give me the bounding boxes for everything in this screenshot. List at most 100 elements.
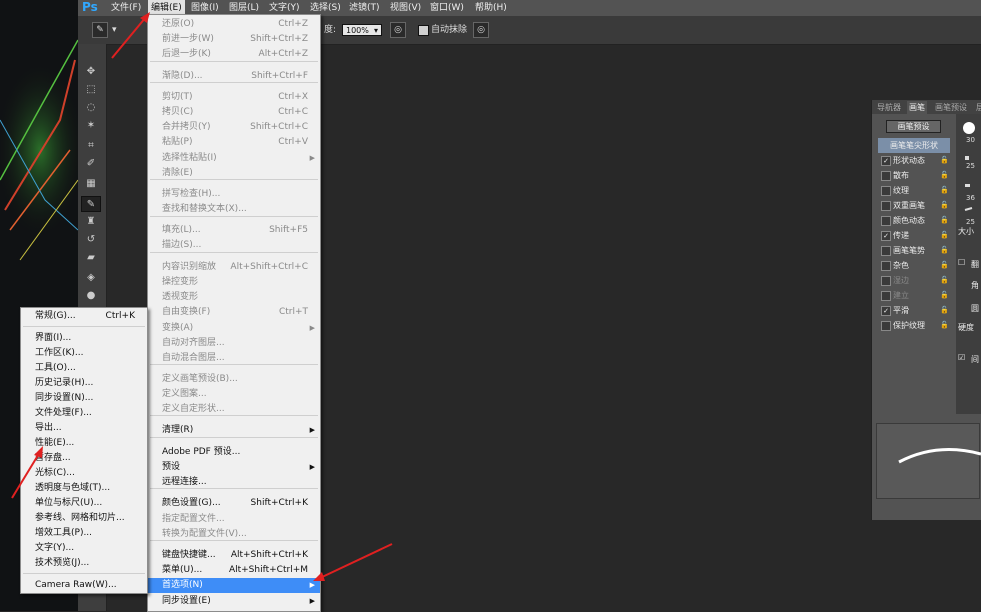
preferences-menu-item[interactable]: 常规(G)... Ctrl+K xyxy=(21,309,147,324)
lock-icon[interactable]: 🔓 xyxy=(940,183,949,198)
paint-bucket-tool-icon[interactable]: ◈ xyxy=(81,270,101,286)
preferences-menu-item[interactable]: 导出... xyxy=(21,421,147,436)
preferences-menu-item[interactable]: 透明度与色域(T)... xyxy=(21,481,147,496)
edit-menu-item[interactable]: 菜单(U)... Alt+Shift+Ctrl+M xyxy=(148,563,320,578)
preferences-menu-item[interactable]: 文字(Y)... xyxy=(21,541,147,556)
preferences-menu-item[interactable]: 同步设置(N)... xyxy=(21,391,147,406)
checked-checkbox-icon[interactable]: ✓ xyxy=(881,306,891,316)
lock-icon[interactable]: 🔓 xyxy=(940,303,949,318)
edit-menu-item[interactable]: 首选项(N) ▶ xyxy=(148,578,320,593)
lock-icon[interactable]: 🔓 xyxy=(940,153,949,168)
checkbox-icon[interactable] xyxy=(881,216,891,226)
lasso-tool-icon[interactable]: ◌ xyxy=(81,100,101,116)
flip-checkbox-icon[interactable]: ☐ xyxy=(958,258,965,267)
clone-stamp-tool-icon[interactable]: ♜ xyxy=(81,214,101,230)
preferences-menu-item[interactable]: 参考线、网格和切片... xyxy=(21,511,147,526)
brush-setting-item[interactable]: 画笔笔尖形状 xyxy=(878,138,950,153)
lock-icon[interactable]: 🔓 xyxy=(940,213,949,228)
brush-size-4[interactable]: 25 xyxy=(966,218,975,226)
checkbox-icon[interactable] xyxy=(881,291,891,301)
lock-icon[interactable]: 🔓 xyxy=(940,168,949,183)
lock-icon[interactable]: 🔓 xyxy=(940,228,949,243)
checkbox-icon[interactable] xyxy=(881,201,891,211)
history-brush-tool-icon[interactable]: ↺ xyxy=(81,232,101,248)
checkbox-icon[interactable] xyxy=(881,246,891,256)
spacing-checkbox-icon[interactable]: ☑ xyxy=(958,353,965,362)
tab-layers[interactable]: 层 xyxy=(976,101,981,114)
brush-setting-item[interactable]: 散布 🔓 xyxy=(878,168,950,183)
menu-view[interactable]: 视图(V) xyxy=(390,0,421,16)
preset-dropdown-icon[interactable]: ▾ xyxy=(112,24,117,36)
preferences-menu-item[interactable]: 技术预览(J)... xyxy=(21,556,147,571)
checked-checkbox-icon[interactable]: ✓ xyxy=(881,231,891,241)
marquee-tool-icon[interactable]: ⬚ xyxy=(81,82,101,98)
lock-icon[interactable]: 🔓 xyxy=(940,258,949,273)
tab-brush-presets[interactable]: 画笔预设 xyxy=(935,101,967,114)
preferences-menu-item[interactable]: 增效工具(P)... xyxy=(21,526,147,541)
preferences-menu-item[interactable]: 工具(O)... xyxy=(21,361,147,376)
eraser-tool-icon[interactable]: ▰ xyxy=(81,250,101,266)
crop-tool-icon[interactable]: ⌗ xyxy=(81,138,101,154)
opacity-field[interactable]: 100% ▾ xyxy=(342,24,382,36)
brush-size-1[interactable]: 30 xyxy=(966,136,975,144)
blur-tool-icon[interactable]: ● xyxy=(81,288,101,304)
preferences-menu-item[interactable]: 暂存盘... xyxy=(21,451,147,466)
auto-erase-checkbox[interactable] xyxy=(418,25,429,36)
brush-setting-item[interactable]: ✓ 传递 🔓 xyxy=(878,228,950,243)
brush-size-3[interactable]: 36 xyxy=(966,194,975,202)
tab-brush[interactable]: 画笔 xyxy=(907,101,927,114)
pressure-opacity-icon[interactable]: ◎ xyxy=(390,22,406,38)
lock-icon[interactable]: 🔓 xyxy=(940,318,949,333)
lock-icon[interactable]: 🔓 xyxy=(940,288,949,303)
ruler-tool-icon[interactable]: ▦ xyxy=(81,176,101,192)
menu-window[interactable]: 窗口(W) xyxy=(430,0,464,16)
edit-menu-item[interactable]: 同步设置(E) ▶ xyxy=(148,594,320,609)
preferences-menu-item[interactable]: 性能(E)... xyxy=(21,436,147,451)
brush-setting-item[interactable]: 颜色动态 🔓 xyxy=(878,213,950,228)
tab-navigator[interactable]: 导航器 xyxy=(877,101,901,114)
checkbox-icon[interactable] xyxy=(881,171,891,181)
brush-setting-item[interactable]: 画笔笔势 🔓 xyxy=(878,243,950,258)
eyedropper-tool-icon[interactable]: ✐ xyxy=(81,156,101,172)
lock-icon[interactable]: 🔓 xyxy=(940,243,949,258)
brush-setting-item[interactable]: 杂色 🔓 xyxy=(878,258,950,273)
preferences-menu-item[interactable]: 文件处理(F)... xyxy=(21,406,147,421)
lock-icon[interactable]: 🔓 xyxy=(940,273,949,288)
edit-menu-item[interactable]: 键盘快捷键... Alt+Shift+Ctrl+K xyxy=(148,548,320,563)
pressure-size-icon[interactable]: ◎ xyxy=(473,22,489,38)
edit-menu-item-label: Adobe PDF 预设... xyxy=(162,447,241,457)
checkbox-icon[interactable] xyxy=(881,321,891,331)
brush-setting-item[interactable]: 建立 🔓 xyxy=(878,288,950,303)
edit-menu-item[interactable]: Adobe PDF 预设... xyxy=(148,445,320,460)
preferences-menu-item[interactable]: 工作区(K)... xyxy=(21,346,147,361)
checkbox-icon[interactable] xyxy=(881,276,891,286)
checkbox-icon[interactable] xyxy=(881,261,891,271)
preferences-menu-item[interactable]: 光标(C)... xyxy=(21,466,147,481)
preferences-menu-item[interactable]: 历史记录(H)... xyxy=(21,376,147,391)
menu-file[interactable]: 文件(F) xyxy=(111,0,141,16)
brush-setting-item[interactable]: ✓ 平滑 🔓 xyxy=(878,303,950,318)
checkbox-icon[interactable] xyxy=(881,186,891,196)
checked-checkbox-icon[interactable]: ✓ xyxy=(881,156,891,166)
brush-setting-item[interactable]: 纹理 🔓 xyxy=(878,183,950,198)
preferences-menu-item[interactable]: 界面(I)... xyxy=(21,331,147,346)
lock-icon[interactable]: 🔓 xyxy=(940,198,949,213)
brush-presets-button[interactable]: 画笔预设 xyxy=(886,120,941,133)
edit-menu-item[interactable]: 清理(R) ▶ xyxy=(148,423,320,438)
quick-select-tool-icon[interactable]: ✶ xyxy=(81,118,101,134)
move-tool-icon[interactable]: ✥ xyxy=(81,64,101,80)
preferences-menu-item[interactable]: Camera Raw(W)... xyxy=(21,578,147,593)
edit-menu-item[interactable]: 预设 ▶ xyxy=(148,460,320,475)
brush-size-2[interactable]: 25 xyxy=(966,162,975,170)
brush-tool-preset-icon[interactable]: ✎ xyxy=(92,22,108,38)
brush-setting-item[interactable]: ✓ 形状动态 🔓 xyxy=(878,153,950,168)
preferences-menu-item[interactable]: 单位与标尺(U)... xyxy=(21,496,147,511)
opacity-dropdown-icon[interactable]: ▾ xyxy=(372,25,380,37)
brush-setting-item[interactable]: 湿边 🔓 xyxy=(878,273,950,288)
menu-help[interactable]: 帮助(H) xyxy=(475,0,507,16)
brush-setting-item[interactable]: 双重画笔 🔓 xyxy=(878,198,950,213)
menu-filter[interactable]: 滤镜(T) xyxy=(349,0,380,16)
brush-setting-item[interactable]: 保护纹理 🔓 xyxy=(878,318,950,333)
brush-tool-icon[interactable]: ✎ xyxy=(81,196,101,212)
edit-menu-item[interactable]: 颜色设置(G)... Shift+Ctrl+K xyxy=(148,496,320,511)
